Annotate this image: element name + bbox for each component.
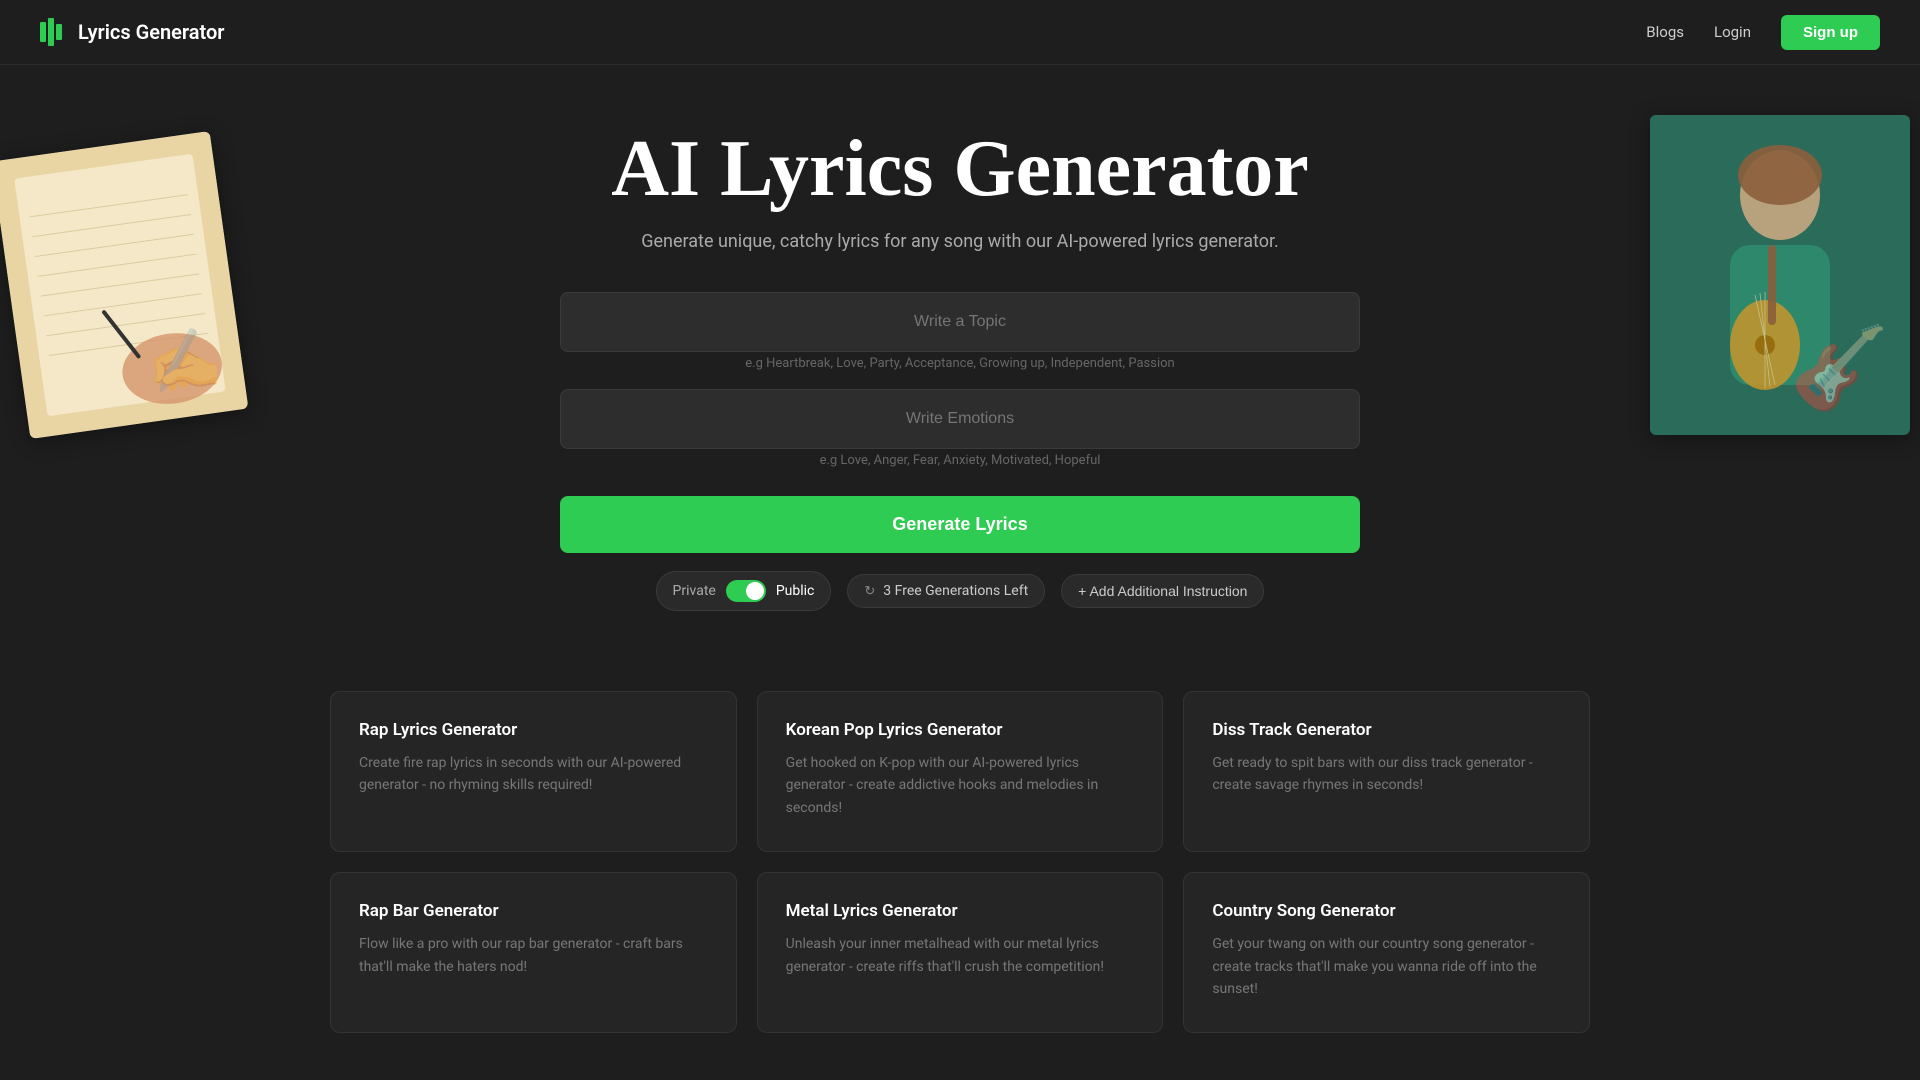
- add-instruction-button[interactable]: + Add Additional Instruction: [1061, 574, 1264, 608]
- public-label: Public: [776, 583, 815, 599]
- generations-text: 3 Free Generations Left: [883, 583, 1028, 599]
- logo-icon: [40, 18, 68, 46]
- cards-section: Rap Lyrics Generator Create fire rap lyr…: [0, 651, 1920, 1073]
- hero-title: AI Lyrics Generator: [611, 125, 1309, 213]
- hero-subtitle: Generate unique, catchy lyrics for any s…: [641, 231, 1279, 252]
- private-label: Private: [673, 583, 716, 599]
- guitar-illustration: [1650, 115, 1910, 435]
- left-decoration: [10, 145, 230, 425]
- card-0[interactable]: Rap Lyrics Generator Create fire rap lyr…: [330, 691, 737, 852]
- navbar: Lyrics Generator Blogs Login Sign up: [0, 0, 1920, 65]
- card-title-4: Metal Lyrics Generator: [786, 901, 1135, 921]
- writing-image: [0, 131, 248, 439]
- topic-input[interactable]: [560, 292, 1360, 352]
- logo-area[interactable]: Lyrics Generator: [40, 18, 225, 46]
- card-title-5: Country Song Generator: [1212, 901, 1561, 921]
- generations-badge: ↻ 3 Free Generations Left: [847, 574, 1045, 608]
- blogs-link[interactable]: Blogs: [1646, 23, 1684, 41]
- card-2[interactable]: Diss Track Generator Get ready to spit b…: [1183, 691, 1590, 852]
- emotions-group: e.g Love, Anger, Fear, Anxiety, Motivate…: [560, 389, 1360, 472]
- login-link[interactable]: Login: [1714, 23, 1751, 41]
- privacy-toggle[interactable]: Private Public: [656, 571, 832, 611]
- card-1[interactable]: Korean Pop Lyrics Generator Get hooked o…: [757, 691, 1164, 852]
- nav-right: Blogs Login Sign up: [1646, 15, 1880, 50]
- emotions-input[interactable]: [560, 389, 1360, 449]
- card-title-0: Rap Lyrics Generator: [359, 720, 708, 740]
- card-4[interactable]: Metal Lyrics Generator Unleash your inne…: [757, 872, 1164, 1033]
- card-desc-5: Get your twang on with our country song …: [1212, 933, 1561, 1000]
- card-desc-4: Unleash your inner metalhead with our me…: [786, 933, 1135, 978]
- refresh-icon: ↻: [864, 584, 875, 599]
- card-3[interactable]: Rap Bar Generator Flow like a pro with o…: [330, 872, 737, 1033]
- card-title-1: Korean Pop Lyrics Generator: [786, 720, 1135, 740]
- writing-illustration: [0, 131, 248, 439]
- guitar-image: [1650, 115, 1910, 435]
- card-desc-0: Create fire rap lyrics in seconds with o…: [359, 752, 708, 797]
- hero-section: AI Lyrics Generator Generate unique, cat…: [0, 65, 1920, 651]
- emotions-hint: e.g Love, Anger, Fear, Anxiety, Motivate…: [560, 449, 1360, 472]
- card-desc-1: Get hooked on K-pop with our AI-powered …: [786, 752, 1135, 819]
- topic-group: e.g Heartbreak, Love, Party, Acceptance,…: [560, 292, 1360, 375]
- card-desc-2: Get ready to spit bars with our diss tra…: [1212, 752, 1561, 797]
- card-desc-3: Flow like a pro with our rap bar generat…: [359, 933, 708, 978]
- card-title-2: Diss Track Generator: [1212, 720, 1561, 740]
- app-name: Lyrics Generator: [78, 20, 225, 44]
- card-5[interactable]: Country Song Generator Get your twang on…: [1183, 872, 1590, 1033]
- topic-hint: e.g Heartbreak, Love, Party, Acceptance,…: [560, 352, 1360, 375]
- card-title-3: Rap Bar Generator: [359, 901, 708, 921]
- form-section: e.g Heartbreak, Love, Party, Acceptance,…: [560, 292, 1360, 553]
- signup-button[interactable]: Sign up: [1781, 15, 1880, 50]
- toggle-switch[interactable]: [726, 580, 766, 602]
- right-decoration: [1650, 115, 1910, 435]
- generate-button[interactable]: Generate Lyrics: [560, 496, 1360, 553]
- toggle-knob: [746, 582, 764, 600]
- controls-row: Private Public ↻ 3 Free Generations Left…: [656, 571, 1265, 611]
